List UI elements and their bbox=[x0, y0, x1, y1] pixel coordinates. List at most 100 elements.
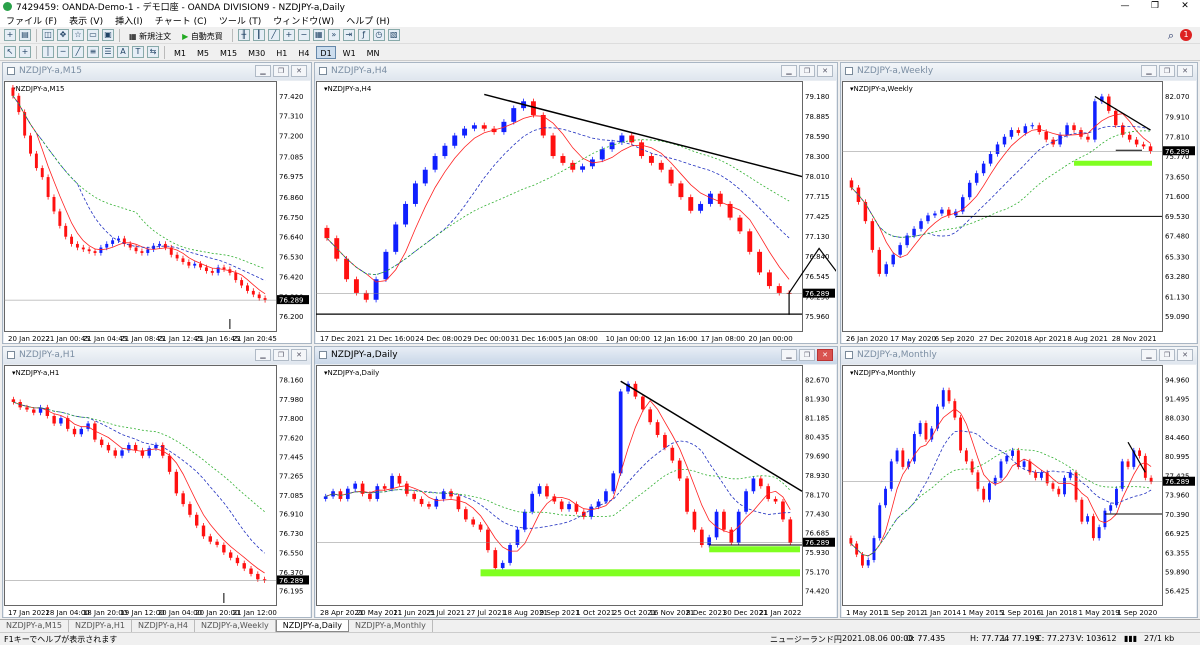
chart-canvas[interactable]: 94.96091.49588.03084.46080.99577.42573.9… bbox=[842, 365, 1196, 617]
tile-windows-icon[interactable]: ▦ bbox=[312, 29, 325, 41]
text-icon[interactable]: A bbox=[117, 46, 129, 58]
chart-window-daily[interactable]: NZDJPY-a,Daily ▁ ❐ ✕ 82.670 81.930 81.185 80.4… bbox=[314, 346, 838, 618]
trendline bbox=[484, 93, 803, 178]
chart-minimize-button[interactable]: ▁ bbox=[781, 349, 797, 361]
indicators-icon[interactable]: ƒ bbox=[357, 29, 370, 41]
chart-close-button[interactable]: ✕ bbox=[291, 349, 307, 361]
chart-restore-button[interactable]: ❐ bbox=[273, 349, 289, 361]
chart-close-button[interactable]: ✕ bbox=[291, 65, 307, 77]
navigator-icon[interactable]: ☆ bbox=[72, 29, 84, 41]
chart-minimize-button[interactable]: ▁ bbox=[255, 65, 271, 77]
y-tick-label: 69.530 bbox=[1165, 213, 1190, 221]
chart-minimize-button[interactable]: ▁ bbox=[781, 65, 797, 77]
auto-trading-button[interactable]: ▶ 自動売買 bbox=[178, 29, 227, 42]
vertical-line-icon[interactable]: │ bbox=[42, 46, 54, 58]
chart-window-weekly[interactable]: NZDJPY-a,Weekly ▁ ❐ ✕ 82.070 79.910 77.810 75.… bbox=[840, 62, 1198, 344]
chart-close-button[interactable]: ✕ bbox=[817, 349, 833, 361]
new-order-button[interactable]: ▦ 新規注文 bbox=[125, 29, 175, 42]
tab-weekly[interactable]: NZDJPY-a,Weekly bbox=[195, 620, 276, 632]
tab-monthly[interactable]: NZDJPY-a,Monthly bbox=[349, 620, 433, 632]
bar-chart-icon[interactable]: ╫ bbox=[237, 29, 250, 41]
notification-badge[interactable]: 1 bbox=[1180, 29, 1192, 41]
arrow-icon[interactable]: ⇆ bbox=[147, 46, 159, 58]
chart-minimize-button[interactable]: ▁ bbox=[255, 349, 271, 361]
data-window-icon[interactable]: ✥ bbox=[57, 29, 69, 41]
minimize-button[interactable]: — bbox=[1110, 0, 1140, 13]
channel-icon[interactable]: ≡ bbox=[87, 46, 99, 58]
tf-mn[interactable]: MN bbox=[363, 46, 384, 59]
y-tick-label: 88.030 bbox=[1165, 414, 1190, 422]
crosshair-icon[interactable]: + bbox=[19, 46, 31, 58]
chart-close-button[interactable]: ✕ bbox=[817, 65, 833, 77]
fibonacci-icon[interactable]: ☰ bbox=[102, 46, 114, 58]
chart-shift-icon[interactable]: ⇥ bbox=[342, 29, 355, 41]
tab-h4[interactable]: NZDJPY-a,H4 bbox=[132, 620, 196, 632]
horizontal-line-icon[interactable]: ─ bbox=[57, 46, 69, 58]
periods-icon[interactable]: ◷ bbox=[372, 29, 385, 41]
new-chart-icon[interactable]: + bbox=[4, 29, 16, 41]
chart-minimize-button[interactable]: ▁ bbox=[1141, 349, 1157, 361]
candle bbox=[1097, 527, 1101, 539]
menu-help[interactable]: ヘルプ (H) bbox=[340, 14, 396, 27]
chart-restore-button[interactable]: ❐ bbox=[1159, 65, 1175, 77]
y-tick-label: 76.530 bbox=[279, 254, 304, 262]
tf-m5[interactable]: M5 bbox=[193, 46, 213, 59]
chart-canvas[interactable]: 79.180 78.885 78.590 78.300 78.010 77.715 77.4… bbox=[316, 81, 836, 343]
candle bbox=[618, 391, 623, 474]
x-tick-label: 8 Aug 2021 bbox=[1067, 335, 1107, 343]
market-watch-icon[interactable]: ◫ bbox=[42, 29, 54, 41]
terminal-icon[interactable]: ▭ bbox=[87, 29, 99, 41]
line-chart-icon[interactable]: ╱ bbox=[267, 29, 280, 41]
tab-h1[interactable]: NZDJPY-a,H1 bbox=[69, 620, 132, 632]
tf-d1[interactable]: D1 bbox=[316, 45, 336, 59]
zoom-in-icon[interactable]: + bbox=[282, 29, 295, 41]
tf-m1[interactable]: M1 bbox=[170, 46, 190, 59]
tester-icon[interactable]: ▣ bbox=[102, 29, 114, 41]
profiles-icon[interactable]: ▤ bbox=[19, 29, 31, 41]
chart-restore-button[interactable]: ❐ bbox=[799, 349, 815, 361]
chart-minimize-button[interactable]: ▁ bbox=[1141, 65, 1157, 77]
chart-restore-button[interactable]: ❐ bbox=[273, 65, 289, 77]
x-tick-label: 1 Sep 2020 bbox=[1117, 609, 1157, 617]
menu-window[interactable]: ウィンドウ(W) bbox=[267, 14, 340, 27]
zoom-out-icon[interactable]: − bbox=[297, 29, 310, 41]
x-tick-label: 17 May 2020 bbox=[890, 335, 936, 343]
tf-m15[interactable]: M15 bbox=[216, 46, 241, 59]
auto-trading-icon: ▶ bbox=[182, 31, 191, 41]
chart-restore-button[interactable]: ❐ bbox=[799, 65, 815, 77]
tf-w1[interactable]: W1 bbox=[339, 46, 360, 59]
chart-close-button[interactable]: ✕ bbox=[1177, 65, 1193, 77]
menu-tools[interactable]: ツール (T) bbox=[213, 14, 267, 27]
templates-icon[interactable]: ▧ bbox=[387, 29, 400, 41]
close-button[interactable]: ✕ bbox=[1170, 0, 1200, 13]
candle bbox=[79, 428, 83, 435]
chart-canvas[interactable]: 82.670 81.930 81.185 80.435 79.690 78.930 78.1… bbox=[316, 365, 836, 617]
cursor-icon[interactable]: ↖ bbox=[4, 46, 16, 58]
chart-window-h1[interactable]: NZDJPY-a,H1 ▁ ❐ ✕ 78.160 77.980 77.800 77.620 7… bbox=[2, 346, 312, 618]
menu-chart[interactable]: チャート (C) bbox=[149, 14, 213, 27]
menu-view[interactable]: 表示 (V) bbox=[63, 14, 109, 27]
chart-close-button[interactable]: ✕ bbox=[1177, 349, 1193, 361]
candle bbox=[1120, 461, 1124, 489]
label-icon[interactable]: T bbox=[132, 46, 144, 58]
autoscroll-icon[interactable]: » bbox=[327, 29, 340, 41]
tab-daily[interactable]: NZDJPY-a,Daily bbox=[275, 620, 349, 632]
tf-h1[interactable]: H1 bbox=[272, 46, 291, 59]
tab-m15[interactable]: NZDJPY-a,M15 bbox=[0, 620, 69, 632]
trendline-icon[interactable]: ╱ bbox=[72, 46, 84, 58]
tf-m30[interactable]: M30 bbox=[244, 46, 269, 59]
tf-h4[interactable]: H4 bbox=[294, 46, 313, 59]
chart-window-monthly[interactable]: NZDJPY-a,Monthly ▁ ❐ ✕ 94.960 91.495 88.030 84… bbox=[840, 346, 1198, 618]
menu-insert[interactable]: 挿入(I) bbox=[109, 14, 149, 27]
chart-window-m15[interactable]: NZDJPY-a,M15 ▁ ❐ ✕ 77.420 77.310 77.200 77.085… bbox=[2, 62, 312, 344]
candle bbox=[999, 461, 1003, 478]
chart-canvas[interactable]: 77.420 77.310 77.200 77.085 76.975 76.860 76.7… bbox=[4, 81, 310, 343]
candlestick-icon[interactable]: ┃ bbox=[252, 29, 265, 41]
search-icon[interactable]: ⌕ bbox=[1168, 29, 1174, 43]
chart-canvas[interactable]: 82.07079.91077.81075.77073.65071.60069.5… bbox=[842, 81, 1196, 343]
chart-restore-button[interactable]: ❐ bbox=[1159, 349, 1175, 361]
maximize-button[interactable]: ❐ bbox=[1140, 0, 1170, 13]
menu-file[interactable]: ファイル (F) bbox=[0, 14, 63, 27]
chart-window-h4[interactable]: NZDJPY-a,H4 ▁ ❐ ✕ 79.180 78.885 78.590 78.300 7… bbox=[314, 62, 838, 344]
chart-canvas[interactable]: 78.160 77.980 77.800 77.620 77.445 77.265 77.0… bbox=[4, 365, 310, 617]
